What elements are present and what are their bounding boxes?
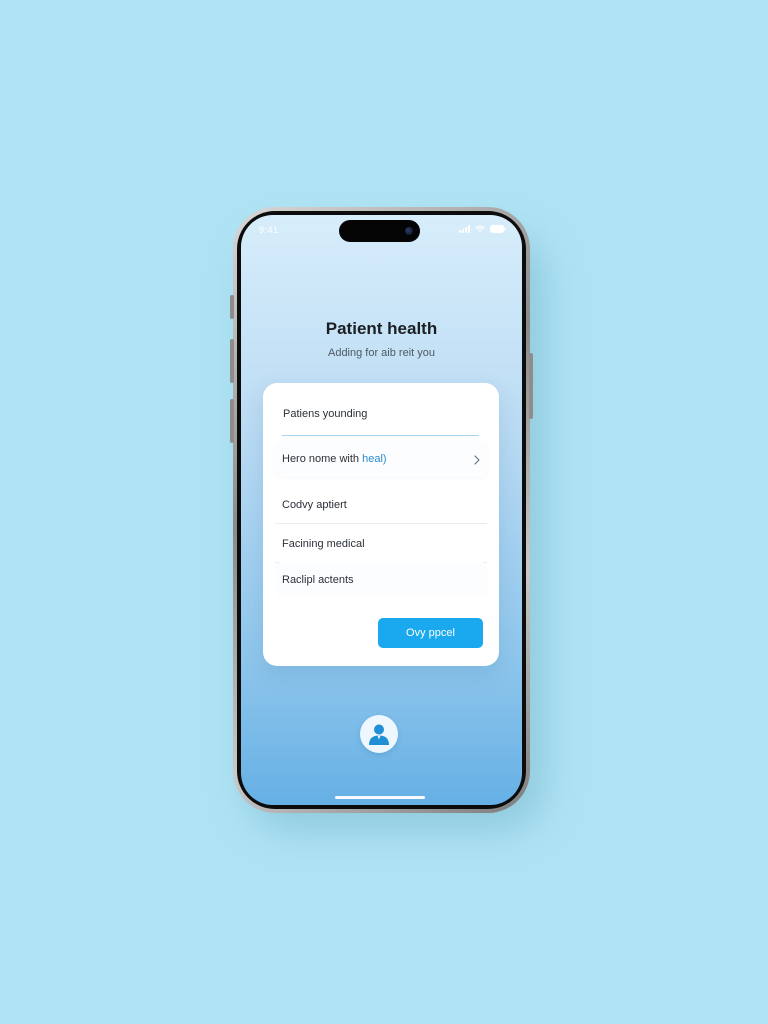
mute-switch: [230, 295, 234, 319]
list-item-patient[interactable]: Codvy aptiert: [275, 487, 487, 524]
patient-search-value: Patiens younding: [283, 408, 368, 420]
list-item-label: Facining medical: [282, 538, 365, 550]
status-icons: [459, 225, 506, 233]
list-item-medical[interactable]: Facining medical: [275, 526, 487, 563]
primary-action-button[interactable]: Ovy ppcel: [378, 618, 483, 648]
chevron-right-icon: [473, 452, 481, 470]
scene-background: 9:41 Patient health Adding for aib reit …: [0, 0, 768, 1024]
profile-avatar-button[interactable]: [360, 715, 398, 753]
page-title: Patient health: [325, 319, 438, 338]
front-camera-icon: [405, 227, 413, 235]
phone-screen: 9:41 Patient health Adding for aib reit …: [241, 215, 522, 805]
patient-search-field[interactable]: Patiens younding: [282, 401, 479, 436]
list-item-accent-text: heal): [362, 453, 387, 465]
home-indicator[interactable]: [335, 796, 425, 799]
phone-frame: 9:41 Patient health Adding for aib reit …: [230, 207, 533, 813]
patient-card: Patiens younding Hero nome with heal) Co…: [263, 383, 499, 666]
list-item-label: Codvy aptiert: [282, 499, 347, 511]
list-item-home[interactable]: Hero nome with heal): [275, 441, 487, 477]
user-avatar-icon: [369, 724, 389, 745]
list-item-label: Hero nome with heal): [282, 453, 387, 465]
dynamic-island: [339, 220, 420, 242]
list-item-label: Raclipl actents: [282, 574, 354, 586]
page-subtitle: Adding for aib reit you: [327, 347, 435, 359]
status-bar: 9:41: [241, 215, 522, 245]
wifi-icon: [475, 225, 485, 233]
volume-down-button: [230, 399, 234, 443]
battery-icon: [490, 225, 506, 233]
power-button: [529, 353, 533, 419]
volume-up-button: [230, 339, 234, 383]
list-item-accidents[interactable]: Raclipl actents: [275, 562, 487, 596]
status-time: 9:41: [259, 225, 279, 235]
cellular-signal-icon: [459, 225, 470, 233]
